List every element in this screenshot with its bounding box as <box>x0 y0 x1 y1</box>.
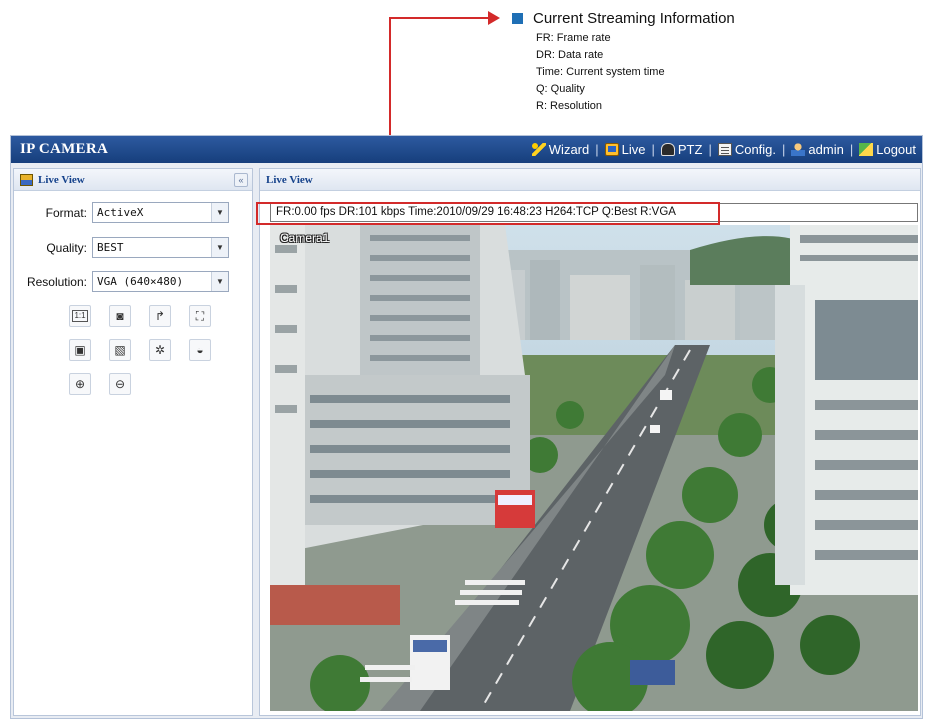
view-toolbar: 1:1 ◙ ↱ ⛶ ▣ ▧ ✲ ◒ ⊕ ⊖ <box>69 305 211 395</box>
streaming-info-callout: Current Streaming Information FR: Frame … <box>512 8 842 115</box>
fullscreen-icon: ⛶ <box>195 308 205 323</box>
nav-separator: | <box>651 142 655 157</box>
left-panel-header: Live View « <box>14 169 252 191</box>
right-panel-header: Live View <box>260 169 920 191</box>
app-title: IP CAMERA <box>20 141 109 157</box>
nav-admin-label: admin <box>808 142 844 157</box>
nav-separator: | <box>708 142 712 157</box>
zoom-area-button[interactable]: ▣ <box>69 339 91 361</box>
nav-logout-label: Logout <box>876 142 916 157</box>
original-size-button[interactable]: 1:1 <box>69 305 91 327</box>
right-panel-title: Live View <box>266 173 313 186</box>
snapshot-button[interactable]: ◙ <box>109 305 131 327</box>
live-icon <box>604 143 619 156</box>
rotate-button[interactable]: ↱ <box>149 305 171 327</box>
nav-logout[interactable]: Logout <box>859 142 916 157</box>
chevron-down-icon: ▼ <box>211 203 228 222</box>
resolution-label: Resolution: <box>26 274 87 289</box>
nav-config[interactable]: Config. <box>717 142 777 157</box>
nav-config-label: Config. <box>734 142 777 157</box>
live-view-icon <box>20 173 33 186</box>
dome-camera-icon: ◒ <box>196 343 204 357</box>
callout-title: Current Streaming Information <box>533 9 735 27</box>
format-value: ActiveX <box>97 206 144 219</box>
info-bar-highlight <box>256 202 720 225</box>
callout-leader-line-horizontal <box>389 17 489 19</box>
original-size-icon: 1:1 <box>72 310 88 322</box>
callout-item-dr: DR: Data rate <box>536 49 604 61</box>
collapse-panel-button[interactable]: « <box>234 172 248 187</box>
user-icon <box>791 143 806 156</box>
camera-snapshot-icon: ◙ <box>116 309 124 323</box>
format-label: Format: <box>45 205 87 220</box>
nav-live-label: Live <box>621 142 646 157</box>
zoom-in-icon: ⊕ <box>74 377 86 391</box>
zoom-out-button[interactable]: ⊖ <box>109 373 131 395</box>
top-nav: Wizard | Live | PTZ | Config. | admin | … <box>531 142 916 157</box>
wand-icon <box>531 143 546 156</box>
callout-list: FR: Frame rate DR: Data rate Time: Curre… <box>536 30 842 115</box>
camera-scene-image <box>270 225 918 711</box>
rotate-arrow-icon: ↱ <box>154 309 166 323</box>
zoom-area-alt-icon: ▧ <box>114 343 126 357</box>
nav-admin[interactable]: admin <box>791 142 844 157</box>
nav-ptz[interactable]: PTZ <box>660 142 703 157</box>
callout-item-time: Time: Current system time <box>536 66 665 78</box>
quality-row: Quality: BEST ▼ <box>14 237 229 258</box>
nav-separator: | <box>595 142 599 157</box>
dome-button[interactable]: ◒ <box>189 339 211 361</box>
config-icon <box>717 143 732 156</box>
nav-live[interactable]: Live <box>604 142 646 157</box>
nav-separator: | <box>849 142 854 157</box>
nav-wizard-label: Wizard <box>548 142 590 157</box>
live-view-panel: Live View FR:0.00 fps DR:101 kbps Time:2… <box>259 168 921 716</box>
quality-value: BEST <box>97 241 124 254</box>
nav-separator: | <box>782 142 786 157</box>
resolution-select[interactable]: VGA (640×480) ▼ <box>92 271 229 292</box>
callout-arrow-icon <box>488 11 500 25</box>
callout-item-fr: FR: Frame rate <box>536 32 611 44</box>
nav-ptz-label: PTZ <box>677 142 703 157</box>
chevron-down-icon: ▼ <box>211 238 228 257</box>
ptz-camera-icon <box>660 143 675 156</box>
left-panel-title: Live View <box>38 173 85 186</box>
callout-item-q: Q: Quality <box>536 83 585 95</box>
zoom-area-icon: ▣ <box>74 343 86 357</box>
fullscreen-button[interactable]: ⛶ <box>189 305 211 327</box>
camera-name-label: Camera1 <box>280 231 330 245</box>
nav-wizard[interactable]: Wizard <box>531 142 590 157</box>
camera-video-feed[interactable]: Camera1 <box>270 225 918 711</box>
resolution-value: VGA (640×480) <box>97 275 184 288</box>
quality-label: Quality: <box>46 240 87 255</box>
quality-select[interactable]: BEST ▼ <box>92 237 229 258</box>
live-view-controls-panel: Live View « Format: ActiveX ▼ Quality: BE… <box>13 168 253 716</box>
resolution-row: Resolution: VGA (640×480) ▼ <box>14 271 229 292</box>
motion-button[interactable]: ✲ <box>149 339 171 361</box>
zoom-in-button[interactable]: ⊕ <box>69 373 91 395</box>
logout-icon <box>859 143 874 156</box>
zoom-area-2-button[interactable]: ▧ <box>109 339 131 361</box>
chevron-down-icon: ▼ <box>211 272 228 291</box>
motion-icon: ✲ <box>154 343 166 357</box>
zoom-out-icon: ⊖ <box>114 377 126 391</box>
callout-bullet-icon <box>512 12 523 24</box>
callout-item-r: R: Resolution <box>536 100 603 112</box>
format-select[interactable]: ActiveX ▼ <box>92 202 229 223</box>
format-row: Format: ActiveX ▼ <box>14 202 229 223</box>
title-bar: IP CAMERA Wizard | Live | PTZ | Config. … <box>11 136 922 163</box>
